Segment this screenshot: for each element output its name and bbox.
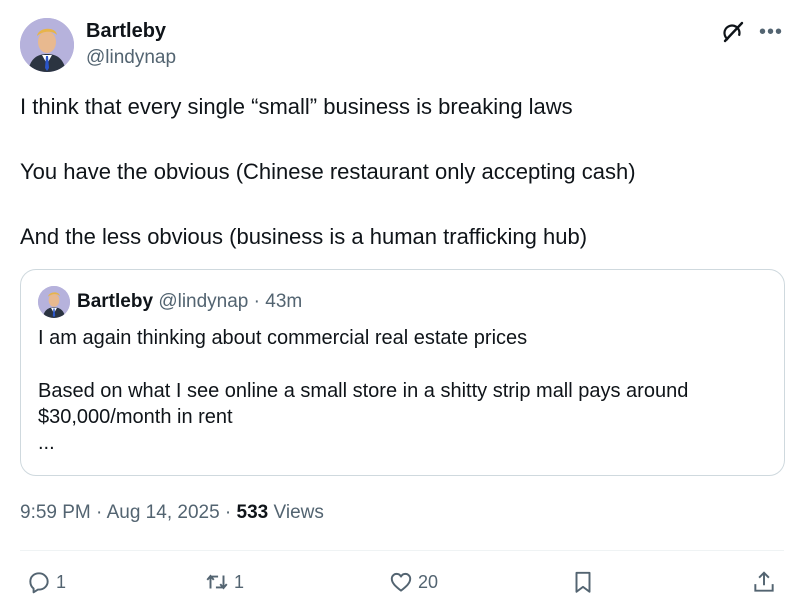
reply-icon (29, 572, 49, 594)
more-icon[interactable]: ••• (759, 20, 783, 44)
like-count: 20 (418, 571, 439, 592)
quoted-author-avatar[interactable] (38, 286, 70, 318)
repost-count: 1 (234, 571, 245, 592)
share-button[interactable] (751, 562, 777, 602)
views-label: Views (273, 502, 324, 523)
quoted-display-name: Bartleby (77, 291, 154, 312)
quoted-text: I am again thinking about commercial rea… (38, 325, 768, 456)
author-avatar[interactable] (20, 18, 74, 72)
quoted-text-line: I am again thinking about commercial rea… (38, 327, 528, 349)
post-text-line: I think that every single “small” busine… (20, 94, 573, 119)
like-icon (390, 572, 412, 592)
quoted-header: Bartleby @lindynap · 43m (77, 290, 302, 314)
author-handle[interactable]: @lindynap (86, 46, 176, 70)
reply-count: 1 (56, 571, 67, 592)
post-meta: 9:59 PM · Aug 14, 2025 · 533 Views (20, 501, 324, 525)
quoted-time: · 43m (253, 291, 303, 312)
quoted-text-line: $30,000/month in rent (38, 406, 233, 428)
tweet: Bartleby @lindynap ••• I think that ever… (0, 0, 799, 612)
post-text-line: You have the obvious (Chinese restaurant… (20, 159, 636, 184)
post-body: I think that every single “small” busine… (20, 93, 780, 288)
avatar-image (20, 18, 74, 72)
like-button[interactable]: 20 (388, 562, 438, 602)
share-icon (754, 571, 774, 592)
quoted-avatar-image (38, 286, 70, 318)
meta-separator: · (219, 502, 237, 523)
action-bar: 1 1 20 (20, 562, 784, 602)
repost-button[interactable]: 1 (204, 562, 244, 602)
top-actions: ••• (721, 20, 783, 44)
bookmark-icon (575, 571, 591, 593)
quoted-text-line: ... (38, 432, 55, 454)
author-display-name[interactable]: Bartleby (86, 19, 176, 43)
views-count: 533 (236, 502, 269, 523)
divider (20, 550, 784, 551)
quoted-post[interactable]: Bartleby @lindynap · 43m I am again thin… (20, 269, 785, 476)
reply-button[interactable]: 1 (26, 562, 66, 602)
quoted-text-line: Based on what I see online a small store… (38, 380, 689, 402)
repost-icon (206, 574, 228, 590)
grok-icon[interactable] (721, 20, 745, 44)
post-timestamp[interactable]: 9:59 PM · Aug 14, 2025 (20, 502, 220, 523)
author-info: Bartleby @lindynap (86, 19, 176, 70)
post-text-line: And the less obvious (business is a huma… (20, 224, 588, 249)
bookmark-button[interactable] (570, 562, 596, 602)
quoted-handle: @lindynap (158, 291, 249, 312)
